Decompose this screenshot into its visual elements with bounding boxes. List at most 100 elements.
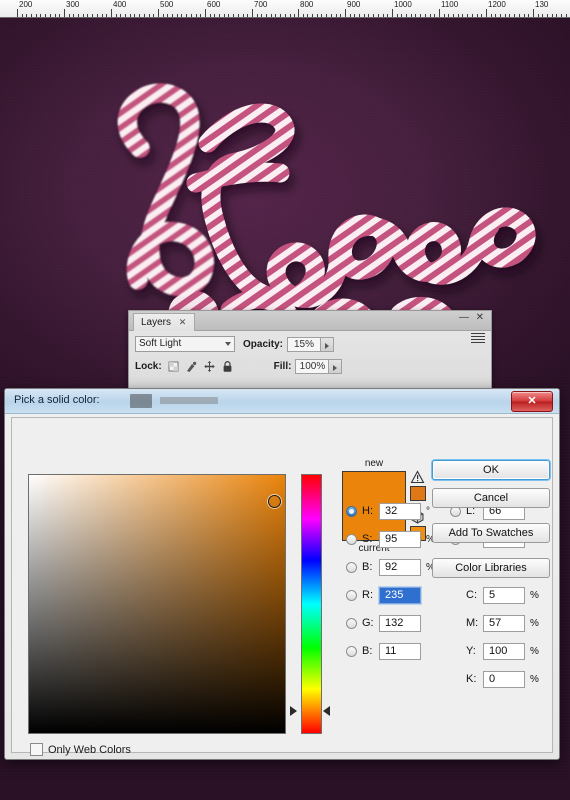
- ruler-minor-tick: [181, 14, 182, 17]
- ruler-minor-tick: [307, 14, 308, 17]
- cmyk-input-k[interactable]: 0: [483, 670, 525, 688]
- add-to-swatches-button[interactable]: Add To Swatches: [432, 523, 550, 543]
- ok-button[interactable]: OK: [432, 460, 550, 480]
- radio-h[interactable]: [346, 505, 357, 517]
- ruler-minor-tick: [411, 14, 412, 17]
- ruler-major-tick: [439, 9, 440, 17]
- radio-g[interactable]: [346, 617, 357, 629]
- ruler-minor-tick: [331, 14, 332, 17]
- radio-r[interactable]: [346, 589, 357, 601]
- cmyk-input-y[interactable]: 100: [483, 642, 525, 660]
- ruler-label: 300: [66, 0, 80, 9]
- lock-position-icon[interactable]: [203, 360, 216, 373]
- radio-b[interactable]: [346, 645, 357, 657]
- ruler-minor-tick: [477, 14, 478, 17]
- cmyk-row-c: C: 5%: [450, 586, 539, 604]
- ruler-minor-tick: [519, 14, 520, 17]
- tab-close-icon[interactable]: ✕: [179, 317, 187, 327]
- ruler-minor-tick: [415, 14, 416, 17]
- rgb-input-g[interactable]: 132: [379, 614, 421, 632]
- ruler-label: 900: [347, 0, 361, 9]
- ruler-minor-tick: [97, 14, 98, 17]
- cmyk-input-c[interactable]: 5: [483, 586, 525, 604]
- ruler-major-tick: [17, 9, 18, 17]
- ruler-minor-tick: [177, 14, 178, 17]
- tab-layers[interactable]: Layers ✕: [133, 313, 196, 331]
- hue-slider-marker-left[interactable]: [290, 706, 297, 716]
- ruler-label: 700: [254, 0, 268, 9]
- ruler-minor-tick: [354, 14, 355, 17]
- ruler-minor-tick: [505, 14, 506, 17]
- opacity-input[interactable]: 15%: [287, 336, 322, 352]
- ruler-minor-tick: [538, 14, 539, 17]
- ruler-minor-tick: [55, 14, 56, 17]
- rgb-input-r[interactable]: 235: [379, 586, 421, 604]
- checkbox-box[interactable]: [30, 743, 43, 756]
- ruler-minor-tick: [73, 14, 74, 17]
- ruler-minor-tick: [472, 14, 473, 17]
- ruler-minor-tick: [448, 14, 449, 17]
- ruler-label: 1000: [394, 0, 412, 9]
- new-color-swatch[interactable]: [343, 472, 405, 506]
- fill-slider-arrow-icon[interactable]: [329, 358, 343, 374]
- ruler-minor-tick: [495, 14, 496, 17]
- rgb-input-b[interactable]: 11: [379, 642, 421, 660]
- fill-input[interactable]: 100%: [295, 358, 330, 374]
- ruler-label: 200: [19, 0, 33, 9]
- hsb-input-h[interactable]: 32: [379, 502, 421, 520]
- out-of-gamut-warning-icon[interactable]: [410, 470, 425, 484]
- ruler-minor-tick: [116, 14, 117, 17]
- opacity-slider-arrow-icon[interactable]: [321, 336, 335, 352]
- ruler-minor-tick: [514, 14, 515, 17]
- out-of-gamut-swatch[interactable]: [410, 486, 426, 501]
- close-button[interactable]: ✕: [511, 391, 553, 412]
- sb-cursor-ring[interactable]: [268, 495, 281, 508]
- hue-slider-marker-right[interactable]: [323, 706, 330, 716]
- cmyk-label-k: K:: [466, 673, 477, 685]
- ruler-minor-tick: [317, 14, 318, 17]
- lock-all-icon[interactable]: [221, 360, 234, 373]
- ruler-major-tick: [298, 9, 299, 17]
- lock-transparency-icon[interactable]: [167, 360, 180, 373]
- dialog-titlebar[interactable]: Pick a solid color: ✕: [5, 389, 559, 414]
- cancel-button[interactable]: Cancel: [432, 488, 550, 508]
- ruler-major-tick: [252, 9, 253, 17]
- hsb-input-b[interactable]: 92: [379, 558, 421, 576]
- color-picker-dialog[interactable]: Pick a solid color: ✕ Only Web Colors ne…: [4, 388, 560, 760]
- lock-image-icon[interactable]: [185, 360, 198, 373]
- ruler-minor-tick: [214, 14, 215, 17]
- hex-input[interactable]: eb840b: [359, 760, 421, 761]
- sb-black-gradient: [29, 475, 285, 733]
- cmyk-input-m[interactable]: 57: [483, 614, 525, 632]
- ruler-minor-tick: [500, 14, 501, 17]
- tab-layers-label: Layers: [141, 317, 172, 328]
- horizontal-ruler[interactable]: 200 300 400 500 600 700 800 900 1000 1100 1200 130: [0, 0, 570, 18]
- rgb-row-b: B: 11: [346, 642, 421, 660]
- ruler-major-tick: [392, 9, 393, 17]
- ruler-minor-tick: [434, 14, 435, 17]
- ruler-minor-tick: [275, 14, 276, 17]
- layers-panel[interactable]: Layers ✕ — ✕ Soft Light Opacity: 15% Loc…: [128, 310, 492, 390]
- ruler-minor-tick: [566, 14, 567, 17]
- only-web-colors-checkbox[interactable]: Only Web Colors: [30, 743, 131, 756]
- ruler-minor-tick: [134, 14, 135, 17]
- ruler-minor-tick: [186, 14, 187, 17]
- ruler-minor-tick: [31, 14, 32, 17]
- new-color-label: new: [364, 458, 384, 469]
- blend-mode-select[interactable]: Soft Light: [135, 336, 235, 352]
- radio-b[interactable]: [346, 561, 357, 573]
- color-libraries-button[interactable]: Color Libraries: [432, 558, 550, 578]
- close-icon[interactable]: ✕: [476, 313, 484, 323]
- hue-slider[interactable]: [301, 474, 322, 734]
- hsb-input-s[interactable]: 95: [379, 530, 421, 548]
- ruler-minor-tick: [26, 14, 27, 17]
- ruler-label: 130: [535, 0, 549, 9]
- ruler-minor-tick: [243, 14, 244, 17]
- rgb-label-g: G:: [362, 617, 374, 629]
- radio-s[interactable]: [346, 533, 357, 545]
- minimize-icon[interactable]: —: [459, 313, 469, 323]
- saturation-brightness-field[interactable]: [28, 474, 286, 734]
- ruler-major-tick: [111, 9, 112, 17]
- hsb-label-s: S:: [362, 533, 373, 545]
- ruler-minor-tick: [524, 14, 525, 17]
